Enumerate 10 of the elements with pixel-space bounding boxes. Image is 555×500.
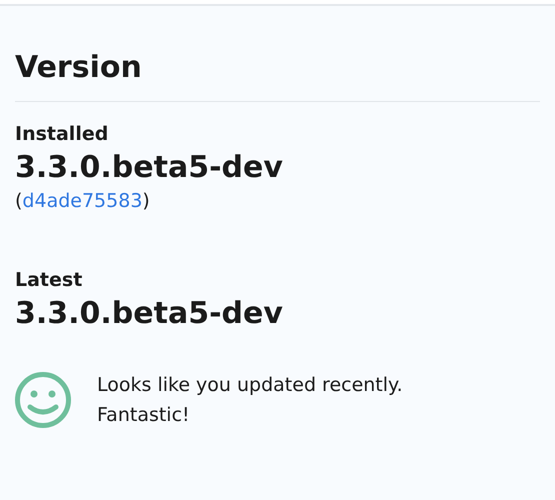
installed-label: Installed [15,122,110,147]
smiley-icon [15,372,71,428]
status-exclamation: Fantastic! [97,403,190,428]
latest-label: Latest [15,268,84,293]
latest-version: 3.3.0.beta5-dev [15,295,284,333]
commit-link[interactable]: d4ade75583 [22,190,142,212]
status-message: Looks like you updated recently. [97,373,403,398]
installed-version: 3.3.0.beta5-dev [15,149,284,187]
section-title: Version [15,49,143,87]
commit-reference: (d4ade75583) [15,189,150,214]
